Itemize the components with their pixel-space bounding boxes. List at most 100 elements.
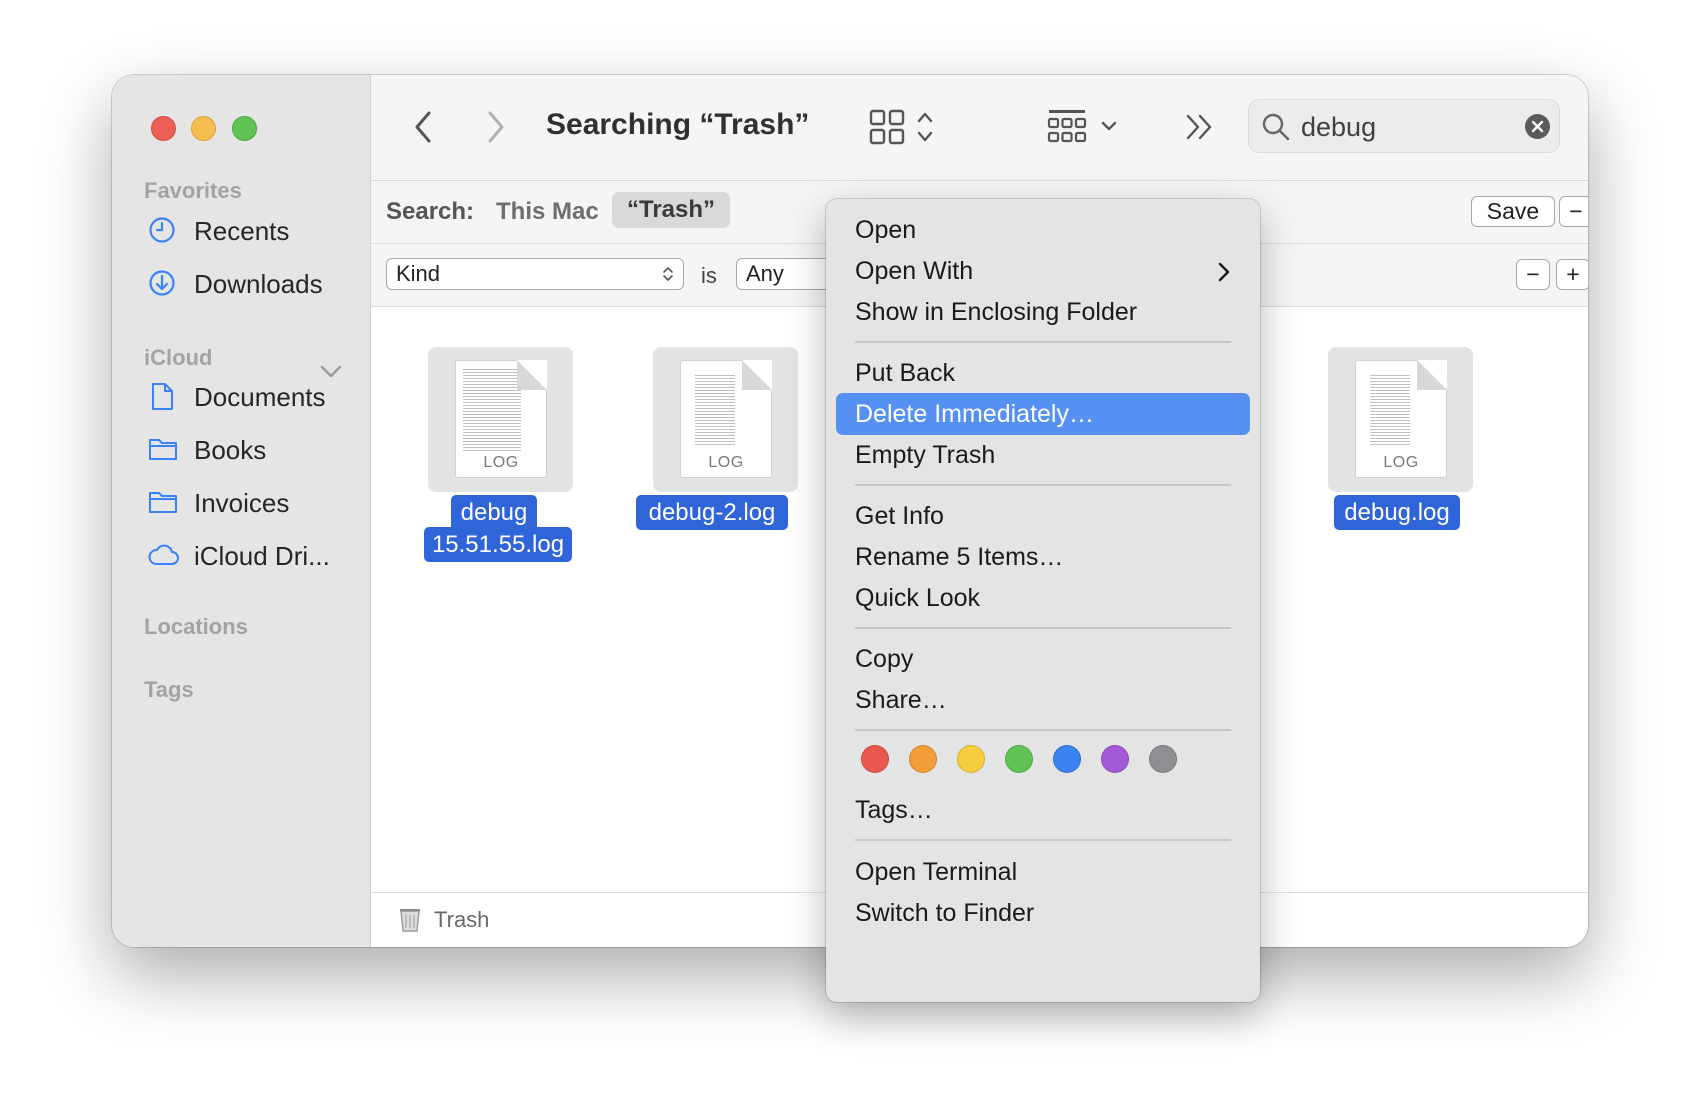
search-input-value[interactable]: debug	[1301, 112, 1376, 143]
menu-separator	[855, 341, 1231, 343]
file-item[interactable]: LOG debug.log	[1311, 347, 1491, 547]
menu-item-tags[interactable]: Tags…	[836, 789, 1250, 831]
file-item[interactable]: LOG debug-2.log	[636, 347, 816, 547]
menu-item-get-info[interactable]: Get Info	[836, 495, 1250, 537]
toolbar: Searching “Trash” debug	[371, 75, 1588, 181]
kind-attribute-value: Kind	[396, 261, 441, 286]
sidebar-item-downloads[interactable]: Downloads	[148, 263, 358, 303]
tag-orange-dot[interactable]	[909, 745, 937, 773]
sidebar-item-recents[interactable]: Recents	[148, 210, 358, 250]
remove-criteria-button[interactable]: −	[1516, 259, 1550, 290]
menu-item-label: Open Terminal	[855, 858, 1018, 886]
sidebar-item-label: Invoices	[194, 488, 290, 518]
document-icon	[152, 383, 173, 410]
log-file-icon: LOG	[1355, 360, 1447, 478]
view-grid-icon[interactable]	[869, 108, 941, 146]
add-criteria-button[interactable]: +	[1556, 259, 1588, 290]
trash-icon	[400, 909, 420, 932]
menu-item-put-back[interactable]: Put Back	[836, 352, 1250, 394]
submenu-chevron-icon	[1218, 262, 1230, 282]
file-type-badge: LOG	[1383, 454, 1419, 471]
cloud-icon	[148, 544, 179, 565]
kind-value: Any	[746, 261, 784, 286]
forward-chevron-icon[interactable]	[482, 110, 508, 144]
menu-item-delete-immediately[interactable]: Delete Immediately…	[836, 393, 1250, 435]
menu-separator	[855, 839, 1231, 841]
menu-item-label: Switch to Finder	[855, 899, 1035, 927]
menu-separator	[855, 729, 1231, 731]
menu-item-label: Put Back	[855, 359, 956, 387]
folder-icon	[149, 492, 177, 513]
menu-item-open-terminal[interactable]: Open Terminal	[836, 851, 1250, 893]
menu-item-label: Quick Look	[855, 584, 981, 612]
kind-attribute-popup[interactable]: Kind	[386, 258, 684, 290]
menu-item-label: Delete Immediately…	[855, 400, 1094, 428]
file-name: debug-2.log	[636, 495, 788, 530]
tag-yellow-dot[interactable]	[957, 745, 985, 773]
zoom-window-button[interactable]	[232, 116, 257, 141]
window-title: Searching “Trash”	[546, 108, 810, 141]
menu-item-quick-look[interactable]: Quick Look	[836, 577, 1250, 619]
menu-item-share[interactable]: Share…	[836, 679, 1250, 721]
file-name: debug.log	[1334, 495, 1460, 530]
search-scope-label: Search:	[386, 198, 475, 225]
menu-item-open-with[interactable]: Open With	[836, 250, 1250, 292]
download-circle-icon	[149, 270, 175, 296]
log-file-icon: LOG	[680, 360, 772, 478]
sidebar-item-icloud-drive[interactable]: iCloud Dri...	[148, 535, 358, 575]
file-thumbnail: LOG	[653, 347, 798, 492]
menu-item-show-in-enclosing-folder[interactable]: Show in Enclosing Folder	[836, 291, 1250, 333]
menu-separator	[855, 627, 1231, 629]
minimize-window-button[interactable]	[191, 116, 216, 141]
tag-gray-dot[interactable]	[1149, 745, 1177, 773]
updown-chevron-icon	[663, 267, 673, 281]
file-type-badge: LOG	[483, 454, 519, 471]
sidebar-header-locations[interactable]: Locations	[144, 614, 248, 640]
tag-purple-dot[interactable]	[1101, 745, 1129, 773]
menu-item-copy[interactable]: Copy	[836, 638, 1250, 680]
sidebar-item-documents[interactable]: Documents	[148, 376, 358, 416]
path-bar-label[interactable]: Trash	[434, 907, 489, 933]
scope-this-mac[interactable]: This Mac	[496, 198, 599, 226]
menu-item-label: Get Info	[855, 502, 944, 530]
log-file-icon: LOG	[455, 360, 547, 478]
tag-red-dot[interactable]	[861, 745, 889, 773]
criteria-operator: is	[701, 263, 717, 288]
context-menu: Open Open With Show in Enclosing Folder …	[826, 199, 1260, 1002]
file-name-line2: 15.51.55.log	[424, 527, 572, 562]
file-item[interactable]: LOG debug 15.51.55.log	[411, 347, 591, 577]
file-preview-lines	[1370, 375, 1410, 445]
back-chevron-icon[interactable]	[411, 110, 437, 144]
close-window-button[interactable]	[151, 116, 176, 141]
remove-search-button[interactable]: −	[1559, 196, 1588, 227]
menu-separator	[855, 484, 1231, 486]
sidebar-header-tags[interactable]: Tags	[144, 677, 194, 703]
clear-search-icon[interactable]	[1524, 113, 1551, 140]
sidebar-item-label: Recents	[194, 216, 290, 246]
file-preview-lines	[463, 369, 521, 451]
tag-blue-dot[interactable]	[1053, 745, 1081, 773]
menu-item-label: Open With	[855, 257, 974, 285]
menu-item-empty-trash[interactable]: Empty Trash	[836, 434, 1250, 476]
page-fold	[742, 360, 772, 390]
file-thumbnail: LOG	[1328, 347, 1473, 492]
scope-trash[interactable]: “Trash”	[612, 192, 731, 228]
sidebar-item-invoices[interactable]: Invoices	[148, 482, 358, 522]
sidebar-item-books[interactable]: Books	[148, 429, 358, 469]
search-icon	[1262, 113, 1290, 141]
menu-item-label: Share…	[855, 686, 947, 714]
menu-item-open[interactable]: Open	[836, 209, 1250, 251]
menu-item-label: Rename 5 Items…	[855, 543, 1064, 571]
menu-item-rename[interactable]: Rename 5 Items…	[836, 536, 1250, 578]
sidebar: Favorites Recents Downloads iCloud Docum…	[112, 75, 371, 947]
more-toolbar-chevrons-icon[interactable]	[1184, 113, 1216, 141]
save-search-button[interactable]: Save	[1471, 196, 1555, 227]
search-field[interactable]: debug	[1248, 99, 1560, 153]
menu-item-label: Tags…	[855, 796, 933, 824]
sidebar-item-label: Books	[194, 435, 267, 465]
sidebar-item-label: iCloud Dri...	[194, 541, 330, 571]
menu-item-switch-to-finder[interactable]: Switch to Finder	[836, 892, 1250, 934]
group-by-icon[interactable]	[1047, 108, 1121, 146]
tag-green-dot[interactable]	[1005, 745, 1033, 773]
page-fold	[1417, 360, 1447, 390]
